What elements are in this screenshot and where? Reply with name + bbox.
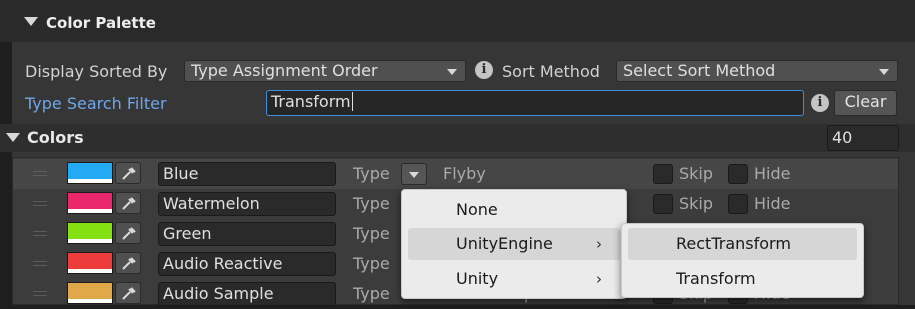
display-sorted-by-dropdown[interactable]: Type Assignment Order	[184, 60, 466, 82]
color-name-field[interactable]: Blue	[158, 162, 336, 186]
menu-item-label: RectTransform	[676, 234, 791, 253]
sort-method-value: Select Sort Method	[623, 61, 776, 80]
eyedropper-icon[interactable]	[115, 162, 141, 184]
text-cursor	[351, 92, 353, 111]
chevron-right-icon: ›	[596, 270, 602, 288]
section-title: Color Palette	[46, 14, 156, 32]
swatch-fill	[68, 223, 112, 240]
eyedropper-icon[interactable]	[115, 252, 141, 274]
swatch-fill	[68, 253, 112, 270]
menu-item-unity[interactable]: Unity ›	[408, 263, 620, 295]
section-header[interactable]: Color Palette	[0, 0, 915, 42]
color-name-field[interactable]: Audio Reactive	[158, 252, 336, 276]
sort-method-label: Sort Method	[502, 62, 600, 81]
menu-item-label: Transform	[676, 269, 756, 288]
skip-checkbox[interactable]	[653, 164, 673, 184]
info-icon[interactable]: i	[475, 61, 493, 79]
color-swatch[interactable]	[67, 222, 113, 244]
eyedropper-icon[interactable]	[115, 192, 141, 214]
color-swatch[interactable]	[67, 162, 113, 184]
list-item[interactable]: Blue Type Flyby Skip Hide	[13, 159, 898, 189]
color-name-field[interactable]: Audio Sample	[158, 282, 336, 306]
type-label: Type	[353, 254, 390, 273]
display-sorted-by-value: Type Assignment Order	[191, 61, 378, 80]
swatch-fill	[68, 283, 112, 300]
chevron-right-icon: ›	[596, 235, 602, 253]
skip-label: Skip	[679, 194, 714, 213]
eyedropper-icon[interactable]	[115, 222, 141, 244]
sort-method-dropdown[interactable]: Select Sort Method	[616, 60, 898, 82]
drag-handle-icon[interactable]	[33, 258, 47, 269]
colors-count-field[interactable]: 40	[827, 125, 899, 151]
type-value: Flyby	[443, 164, 486, 183]
drag-handle-icon[interactable]	[33, 168, 47, 179]
info-icon[interactable]: i	[811, 94, 829, 112]
color-name-field[interactable]: Green	[158, 222, 336, 246]
type-context-menu: None UnityEngine › Unity ›	[401, 189, 627, 299]
chevron-down-icon	[879, 69, 889, 75]
submenu-item-recttransform[interactable]: RectTransform	[628, 228, 857, 260]
display-sorted-by-label: Display Sorted By	[25, 62, 168, 81]
skip-checkbox[interactable]	[653, 194, 673, 214]
type-label: Type	[353, 284, 390, 303]
menu-item-label: UnityEngine	[456, 234, 553, 253]
drag-handle-icon[interactable]	[33, 228, 47, 239]
colors-label: Colors	[27, 128, 84, 147]
clear-button[interactable]: Clear	[834, 90, 897, 116]
type-label: Type	[353, 224, 390, 243]
swatch-fill	[68, 193, 112, 210]
colors-foldout[interactable]: Colors	[0, 124, 915, 152]
menu-item-none[interactable]: None	[408, 194, 620, 226]
type-label: Type	[353, 164, 390, 183]
type-dropdown-button[interactable]	[401, 163, 427, 185]
color-name-field[interactable]: Watermelon	[158, 192, 336, 216]
color-swatch[interactable]	[67, 192, 113, 214]
type-label: Type	[353, 194, 390, 213]
menu-item-label: Unity	[456, 269, 499, 288]
skip-label: Skip	[679, 164, 714, 183]
chevron-down-icon	[447, 69, 457, 75]
swatch-fill	[68, 163, 112, 180]
triangle-down-icon[interactable]	[6, 133, 20, 142]
chevron-down-icon	[409, 172, 419, 178]
drag-handle-icon[interactable]	[33, 198, 47, 209]
drag-handle-icon[interactable]	[33, 288, 47, 299]
triangle-down-icon[interactable]	[24, 17, 38, 26]
submenu-item-transform[interactable]: Transform	[628, 263, 857, 295]
type-search-input[interactable]: Transform	[266, 90, 804, 116]
type-search-value: Transform	[271, 92, 351, 111]
hide-checkbox[interactable]	[728, 164, 748, 184]
color-swatch[interactable]	[67, 252, 113, 274]
hide-checkbox[interactable]	[728, 194, 748, 214]
eyedropper-icon[interactable]	[115, 282, 141, 304]
type-search-filter-label: Type Search Filter	[25, 94, 167, 113]
unityengine-submenu: RectTransform Transform	[621, 223, 864, 298]
menu-item-unityengine[interactable]: UnityEngine ›	[408, 228, 620, 260]
hide-label: Hide	[754, 164, 791, 183]
hide-label: Hide	[754, 194, 791, 213]
color-swatch[interactable]	[67, 282, 113, 304]
menu-item-label: None	[456, 200, 498, 219]
